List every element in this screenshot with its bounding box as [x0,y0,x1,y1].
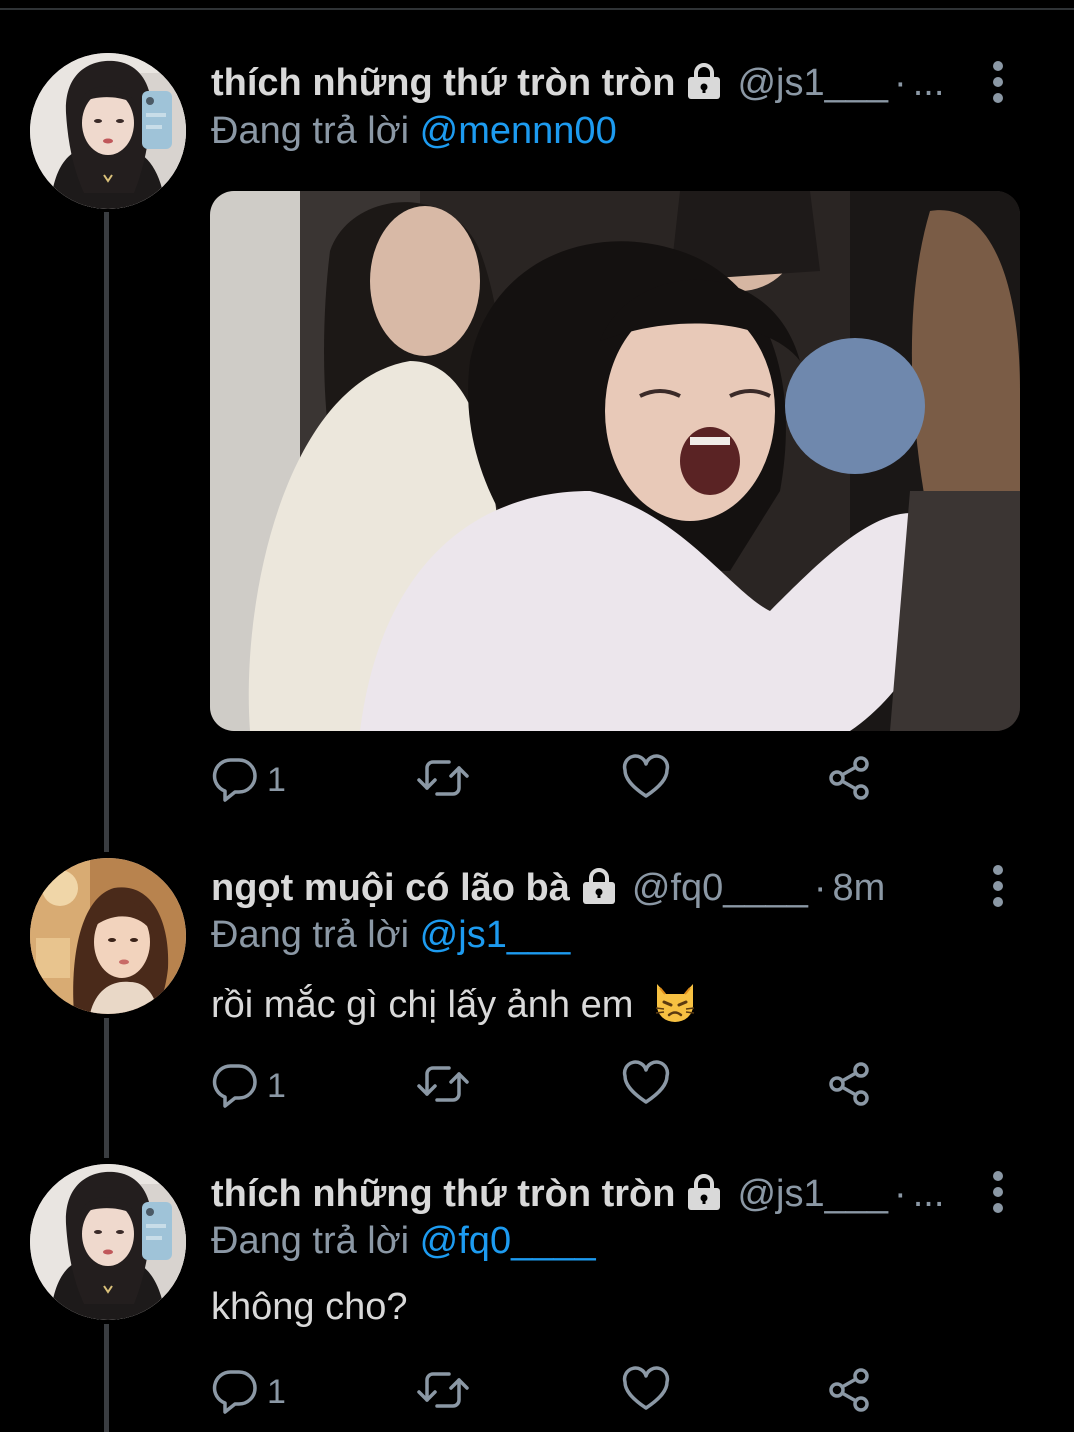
avatar[interactable] [30,53,186,209]
reply-context: Đang trả lời @mennn00 [211,110,617,153]
share-icon [825,1366,873,1419]
more-vertical-icon[interactable] [986,60,1010,104]
separator-dot: · [894,1172,907,1215]
heart-icon [621,753,671,807]
lock-icon [580,867,618,909]
like-button[interactable] [621,1058,671,1114]
reply-context: Đang trả lời @fq0____ [211,1220,596,1263]
tweet-header: ngọt muội có lão bà @fq0____ · 8m [211,859,885,917]
reply-count: 1 [267,760,286,799]
reply-icon [211,754,259,807]
thread-line [104,1324,109,1432]
display-name[interactable]: thích những thứ tròn tròn [211,1173,675,1216]
reply-button[interactable]: 1 [211,1364,286,1420]
tweet-actions: 1 [211,752,891,808]
retweet-button[interactable] [415,752,471,808]
like-button[interactable] [621,1364,671,1420]
more-vertical-icon[interactable] [986,864,1010,908]
share-icon [825,1060,873,1113]
tweet-header: thích những thứ tròn tròn @js1___ · ... [211,54,944,112]
like-button[interactable] [621,752,671,808]
reply-mention-link[interactable]: @js1___ [420,914,571,956]
user-handle[interactable]: @fq0____ [632,867,808,910]
reply-mention-link[interactable]: @mennn00 [420,110,617,152]
thread-line [104,1018,109,1158]
lock-icon [685,62,723,104]
reply-button[interactable]: 1 [211,1058,286,1114]
reply-prefix: Đang trả lời [211,110,420,152]
top-divider [0,0,1074,10]
retweet-button[interactable] [415,1364,471,1420]
tweet-text-content: rồi mắc gì chị lấy ảnh em [211,984,634,1027]
retweet-icon [415,754,471,807]
reply-prefix: Đang trả lời [211,914,420,956]
tweet-header: thích những thứ tròn tròn @js1___ · ... [211,1165,944,1223]
reply-mention-link[interactable]: @fq0____ [420,1220,596,1262]
retweet-icon [415,1366,471,1419]
tweet-actions: 1 [211,1364,891,1420]
separator-dot: · [894,61,907,104]
retweet-icon [415,1060,471,1113]
display-name[interactable]: thích những thứ tròn tròn [211,62,675,105]
reply-button[interactable]: 1 [211,752,286,808]
separator-dot: · [813,866,827,909]
tweet-text: không cho? [211,1286,408,1329]
user-handle[interactable]: @js1___ [737,62,888,105]
reply-prefix: Đang trả lời [211,1220,420,1262]
share-button[interactable] [825,1058,873,1114]
tweet-text-content: không cho? [211,1286,408,1328]
timestamp[interactable]: ... [913,1173,945,1216]
avatar[interactable] [30,858,186,1014]
reply-icon [211,1060,259,1113]
retweet-button[interactable] [415,1058,471,1114]
share-button[interactable] [825,1364,873,1420]
tweet-media-image[interactable] [210,191,1020,731]
lock-icon [685,1173,723,1215]
tweet-text: rồi mắc gì chị lấy ảnh em [211,980,698,1034]
share-icon [825,754,873,807]
more-vertical-icon[interactable] [986,1170,1010,1214]
display-name[interactable]: ngọt muội có lão bà [211,867,570,910]
heart-icon [621,1365,671,1419]
user-handle[interactable]: @js1___ [737,1173,888,1216]
reply-icon [211,1366,259,1419]
pouting-cat-emoji-icon [652,980,698,1034]
tweet-actions: 1 [211,1058,891,1114]
thread-line [104,212,109,852]
reply-context: Đang trả lời @js1___ [211,914,570,957]
reply-count: 1 [267,1372,286,1411]
reply-count: 1 [267,1066,286,1105]
share-button[interactable] [825,752,873,808]
avatar[interactable] [30,1164,186,1320]
timestamp[interactable]: ... [913,62,945,105]
heart-icon [621,1059,671,1113]
timestamp[interactable]: 8m [832,867,885,910]
